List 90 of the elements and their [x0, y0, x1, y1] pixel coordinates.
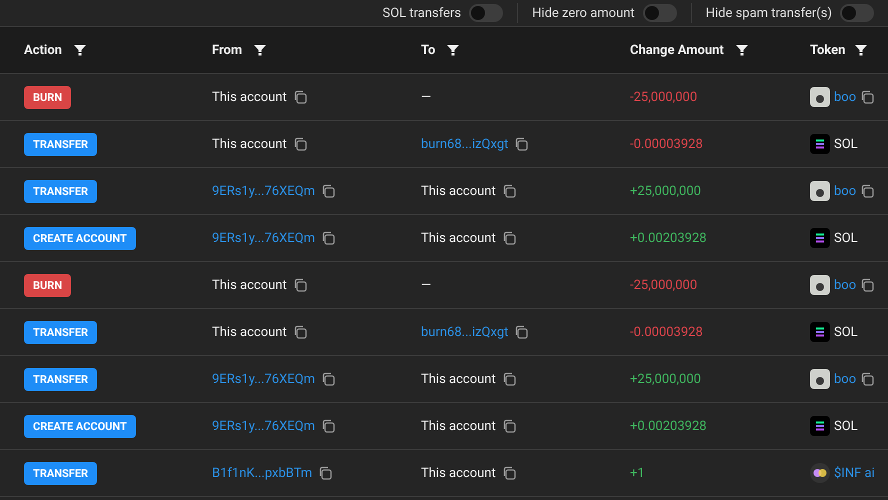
copy-icon[interactable] [860, 90, 874, 104]
account-label: This account [212, 90, 287, 104]
toggle-switch[interactable] [642, 4, 677, 22]
amount-value: +25,000,000 [630, 372, 701, 386]
address-link[interactable]: 9ERs1y...76XEQm [212, 230, 315, 246]
copy-icon[interactable] [292, 325, 307, 339]
copy-icon[interactable] [502, 372, 516, 386]
toggle-switch[interactable] [840, 4, 874, 22]
copy-icon[interactable] [860, 372, 874, 386]
filter-label: SOL transfers [382, 6, 462, 20]
token-link[interactable]: boo [834, 278, 856, 292]
copy-icon[interactable] [318, 466, 332, 480]
copy-icon[interactable] [502, 231, 516, 245]
filter-icon[interactable] [447, 44, 460, 56]
token-logo-icon [810, 322, 830, 342]
filter-label: Hide spam transfer(s) [706, 6, 832, 20]
token-avatar-icon [810, 181, 830, 201]
amount-value: +25,000,000 [630, 184, 701, 198]
filter-icon[interactable] [74, 44, 86, 56]
action-badge: TRANSFER [24, 462, 98, 484]
token-name: SOL [834, 324, 858, 340]
token-link[interactable]: boo [834, 184, 856, 198]
filter-icon[interactable] [736, 44, 748, 56]
address-link[interactable]: 9ERs1y...76XEQm [212, 418, 315, 434]
copy-icon[interactable] [320, 231, 335, 245]
action-badge: TRANSFER [24, 180, 98, 202]
copy-icon[interactable] [514, 325, 528, 339]
address-link[interactable]: burn68...izQxgt [421, 136, 508, 152]
account-label: This account [421, 230, 496, 246]
amount-value: -0.00003928 [630, 324, 703, 340]
copy-icon[interactable] [502, 184, 516, 198]
copy-icon[interactable] [292, 90, 307, 104]
column-header: From [212, 42, 242, 58]
filter-label: Hide zero amount [532, 6, 635, 20]
token-link[interactable]: boo [834, 372, 856, 386]
amount-value: -0.00003928 [630, 136, 703, 152]
action-badge: TRANSFER [24, 320, 98, 344]
column-header: Action [24, 42, 62, 58]
amount-value: -25,000,000 [630, 278, 698, 292]
action-badge: BURN [24, 86, 72, 108]
address-link[interactable]: 9ERs1y...76XEQm [212, 184, 315, 198]
copy-icon[interactable] [860, 278, 874, 292]
action-badge: CREATE ACCOUNT [24, 414, 136, 438]
action-badge: TRANSFER [24, 132, 98, 156]
filter-icon[interactable] [855, 44, 868, 56]
token-avatar-icon [810, 275, 830, 295]
amount-value: +0.00203928 [630, 230, 707, 246]
copy-icon[interactable] [292, 278, 307, 292]
account-label: This account [212, 136, 287, 152]
token-logo-icon [810, 228, 830, 248]
copy-icon[interactable] [320, 372, 335, 386]
copy-icon[interactable] [320, 419, 335, 433]
token-logo-icon [810, 416, 830, 436]
amount-value: -25,000,000 [630, 90, 698, 104]
token-logo-icon [810, 463, 830, 483]
column-header: To [421, 42, 436, 58]
token-avatar-icon [810, 369, 830, 389]
token-avatar-icon [810, 87, 830, 107]
account-label: — [421, 278, 432, 292]
action-badge: TRANSFER [24, 368, 98, 390]
account-label: This account [421, 184, 496, 198]
copy-icon[interactable] [502, 419, 516, 433]
address-link[interactable]: burn68...izQxgt [421, 324, 508, 340]
amount-value: +1 [630, 466, 645, 480]
amount-value: +0.00203928 [630, 418, 707, 434]
token-link[interactable]: $INF ai [834, 466, 875, 480]
toggle-switch[interactable] [469, 4, 504, 22]
token-name: SOL [834, 418, 858, 434]
column-header: Change Amount [630, 42, 724, 58]
copy-icon[interactable] [502, 466, 516, 480]
column-header: Token [810, 42, 846, 58]
account-label: This account [421, 466, 496, 480]
copy-icon[interactable] [860, 184, 874, 198]
copy-icon[interactable] [514, 137, 528, 151]
action-badge: BURN [24, 274, 72, 296]
action-badge: CREATE ACCOUNT [24, 226, 136, 250]
token-link[interactable]: boo [834, 90, 856, 104]
address-link[interactable]: 9ERs1y...76XEQm [212, 372, 315, 386]
account-label: — [421, 90, 432, 104]
copy-icon[interactable] [320, 184, 335, 198]
account-label: This account [212, 278, 287, 292]
filter-icon[interactable] [254, 44, 266, 56]
account-label: This account [212, 324, 287, 340]
token-logo-icon [810, 134, 830, 154]
token-name: SOL [834, 136, 858, 152]
token-name: SOL [834, 230, 858, 246]
account-label: This account [421, 372, 496, 386]
account-label: This account [421, 418, 496, 434]
copy-icon[interactable] [292, 137, 307, 151]
address-link[interactable]: B1f1nK...pxbBTm [212, 466, 312, 480]
